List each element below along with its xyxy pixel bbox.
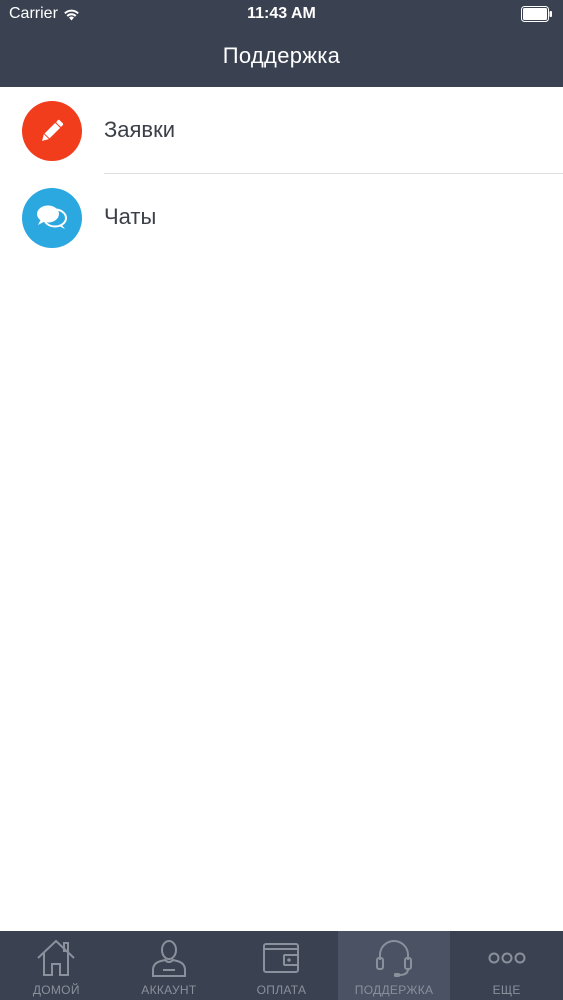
tab-more-label: ЕЩЕ xyxy=(492,983,521,997)
requests-icon-circle xyxy=(22,101,82,161)
tab-payment-label: ОПЛАТА xyxy=(256,983,307,997)
user-icon xyxy=(151,940,186,977)
tab-support-label: ПОДДЕРЖКА xyxy=(354,983,434,997)
page-title: Поддержка xyxy=(222,43,341,68)
tab-account-label: АККАУНТ xyxy=(141,983,197,997)
tab-payment[interactable]: ОПЛАТА xyxy=(225,931,338,1000)
tab-bar: ДОМОЙ АККАУНТ ОПЛАТА ПОДДЕРЖКА ЕЩЕ xyxy=(0,931,563,1000)
menu-item-chats[interactable]: Чаты xyxy=(0,174,563,261)
chat-bubbles-icon xyxy=(37,205,67,229)
tab-home-label: ДОМОЙ xyxy=(32,983,80,997)
home-icon xyxy=(37,939,75,976)
header: Carrier 11:43 AM Поддержка xyxy=(0,0,563,87)
battery-icon xyxy=(521,6,552,22)
more-dots-icon xyxy=(488,952,526,964)
menu-item-chats-label: Чаты xyxy=(104,204,157,229)
support-screen: Carrier 11:43 AM Поддержка Заявки Чаты Д… xyxy=(0,0,563,1000)
tab-account[interactable]: АККАУНТ xyxy=(113,931,226,1000)
menu-item-requests[interactable]: Заявки xyxy=(0,87,563,174)
support-menu-list: Заявки Чаты xyxy=(0,87,563,261)
headset-icon xyxy=(376,940,413,977)
chats-icon-circle xyxy=(22,188,82,248)
clock: 11:43 AM xyxy=(247,5,316,22)
status-bar: Carrier 11:43 AM xyxy=(0,0,563,30)
pencil-icon xyxy=(42,119,64,141)
tab-more[interactable]: ЕЩЕ xyxy=(450,931,563,1000)
tab-support[interactable]: ПОДДЕРЖКА xyxy=(337,931,451,1000)
menu-item-requests-label: Заявки xyxy=(104,117,176,142)
wallet-icon xyxy=(263,943,300,973)
tab-home[interactable]: ДОМОЙ xyxy=(0,931,113,1000)
